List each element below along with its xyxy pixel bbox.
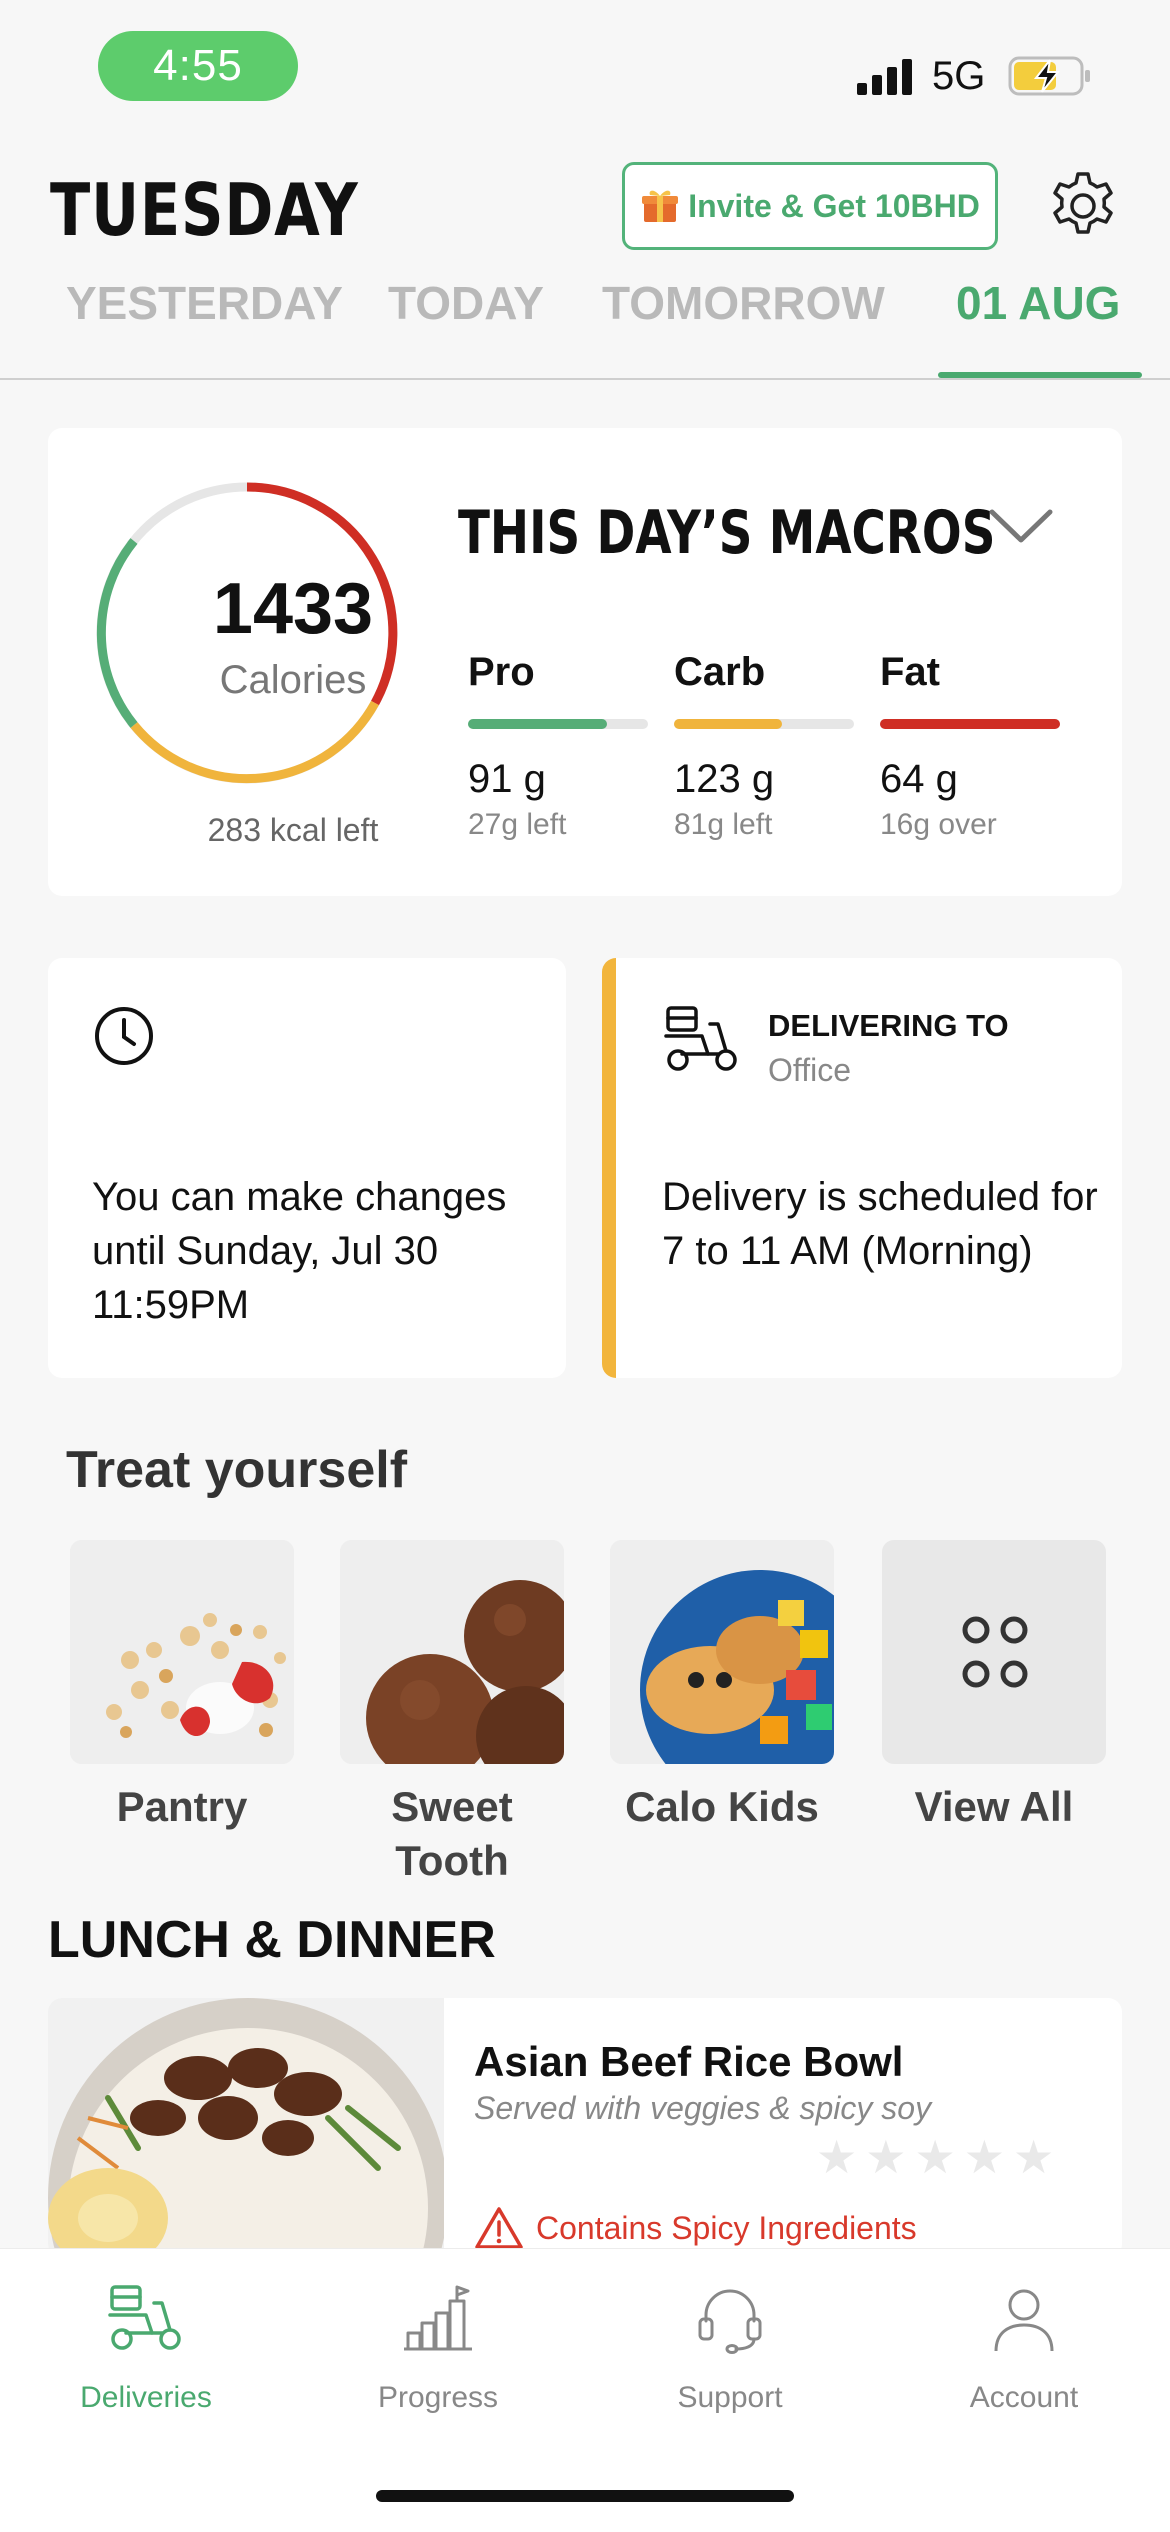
change-deadline-card: You can make changes until Sunday, Jul 3…: [48, 958, 566, 1378]
macro-bar-fill: [468, 719, 607, 729]
day-tabs: YESTERDAY TODAY TOMORROW 01 AUG: [0, 270, 1170, 380]
tab-tomorrow[interactable]: TOMORROW: [602, 276, 885, 330]
page-title: TUESDAY: [50, 168, 359, 252]
chart-flag-icon: [404, 2285, 472, 2351]
macro-fat: Fat 64 g 16g over: [880, 650, 1060, 842]
invite-button[interactable]: Invite & Get 10BHD: [622, 162, 998, 250]
status-time: 4:55: [98, 31, 298, 101]
active-tab-indicator: [938, 372, 1142, 378]
kcal-left: 283 kcal left: [207, 812, 379, 848]
delivery-location: Office: [768, 1052, 851, 1088]
delivery-schedule-text: Delivery is scheduled for 7 to 11 AM (Mo…: [662, 1175, 1098, 1273]
calories-label: Calories: [219, 658, 367, 702]
macro-bar: [674, 719, 854, 729]
calo-kids-image: [610, 1540, 834, 1764]
scooter-icon: [664, 1006, 737, 1071]
macro-name: Fat: [880, 650, 940, 694]
macro-bar-fill: [880, 719, 1060, 729]
tab-deliveries[interactable]: Deliveries: [36, 2277, 256, 2415]
lunch-dinner-title: LUNCH & DINNER: [48, 1911, 496, 1969]
status-bar: 4:55 5G: [0, 0, 1170, 140]
macros-card[interactable]: 1433 Calories 283 kcal left THIS DAY’S M…: [48, 428, 1122, 896]
treat-label: View All: [914, 1783, 1074, 1830]
tab-label: Support: [677, 2381, 783, 2414]
treat-item-view-all[interactable]: View All: [882, 1540, 1106, 1834]
macro-remaining: 16g over: [880, 808, 997, 841]
tab-support[interactable]: Support: [620, 2277, 840, 2415]
rating-stars[interactable]: ★★★★★: [816, 2130, 1062, 2184]
view-all-tile: [882, 1540, 1106, 1764]
macro-amount: 91 g: [468, 757, 546, 801]
warning-triangle-icon: [475, 2207, 523, 2249]
macro-amount: 64 g: [880, 757, 958, 801]
macro-remaining: 27g left: [468, 808, 567, 841]
macro-remaining: 81g left: [674, 808, 773, 841]
clock-icon: [95, 1007, 153, 1065]
macro-bar: [880, 719, 1060, 729]
delivery-accent-bar: [602, 958, 616, 1378]
scooter-icon: [108, 2285, 181, 2350]
meal-image: [48, 1998, 444, 2258]
spicy-warning-text: Contains Spicy Ingredients: [536, 2209, 917, 2246]
macro-name: Carb: [674, 650, 766, 694]
chevron-down-icon[interactable]: [988, 506, 1054, 546]
treat-section-title: Treat yourself: [66, 1441, 408, 1499]
signal-icon: [857, 59, 912, 95]
change-deadline-text: You can make changes until Sunday, Jul 3…: [92, 1175, 507, 1327]
tab-label: Deliveries: [80, 2381, 212, 2414]
meal-name: Asian Beef Rice Bowl: [474, 2038, 904, 2085]
tab-today[interactable]: TODAY: [388, 276, 544, 330]
macro-protein: Pro 91 g 27g left: [468, 650, 648, 842]
macro-bar: [468, 719, 648, 729]
tab-label: Account: [969, 2381, 1079, 2414]
tab-progress[interactable]: Progress: [328, 2277, 548, 2415]
macros-title: THIS DAY’S MACROS: [458, 498, 996, 568]
gear-icon[interactable]: [1045, 168, 1121, 244]
treat-label: Pantry: [116, 1783, 248, 1830]
delivery-card[interactable]: DELIVERING TO Office Delivery is schedul…: [602, 958, 1122, 1378]
treat-item-pantry[interactable]: Pantry: [70, 1540, 294, 1834]
treat-item-sweet-tooth[interactable]: Sweet Tooth: [340, 1540, 564, 1888]
calories-value: 1433: [212, 569, 374, 649]
delivering-to-label: DELIVERING TO: [768, 1008, 1009, 1043]
treat-label: Sweet Tooth: [391, 1783, 513, 1884]
headset-icon: [698, 2289, 762, 2354]
tab-label: Progress: [377, 2381, 499, 2414]
gift-icon: [642, 190, 679, 222]
invite-label: Invite & Get 10BHD: [688, 187, 980, 224]
pantry-image: [70, 1540, 294, 1764]
grid-icon: [962, 1616, 1028, 1688]
battery-charging-icon: [1008, 56, 1090, 96]
tab-yesterday[interactable]: YESTERDAY: [66, 276, 343, 330]
tab-account[interactable]: Account: [914, 2277, 1134, 2415]
treat-item-calo-kids[interactable]: Calo Kids: [610, 1540, 834, 1834]
macro-carb: Carb 123 g 81g left: [674, 650, 854, 842]
treat-label: Calo Kids: [625, 1783, 819, 1830]
tab-selected-date[interactable]: 01 AUG: [956, 276, 1120, 330]
spicy-warning: Contains Spicy Ingredients: [474, 2206, 917, 2250]
macro-name: Pro: [468, 650, 535, 694]
meal-card[interactable]: Asian Beef Rice Bowl Served with veggies…: [48, 1998, 1122, 2258]
home-indicator: [376, 2490, 794, 2502]
meal-description: Served with veggies & spicy soy: [474, 2090, 932, 2126]
user-icon: [994, 2289, 1054, 2352]
network-type: 5G: [932, 54, 986, 98]
macro-bar-fill: [674, 719, 782, 729]
sweet-tooth-image: [340, 1540, 564, 1764]
macro-amount: 123 g: [674, 757, 775, 801]
